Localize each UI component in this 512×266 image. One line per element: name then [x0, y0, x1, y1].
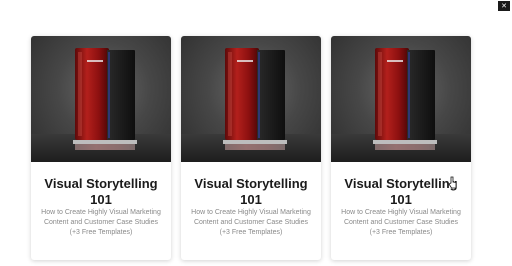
cabinet-illustration-icon — [31, 48, 171, 162]
card-description: How to Create Highly Visual Marketing Co… — [191, 209, 311, 236]
course-thumbnail — [31, 36, 171, 162]
course-card-grid: Visual Storytelling 101 How to Create Hi… — [31, 36, 471, 260]
card-title[interactable]: Visual Storytelling 101 — [337, 176, 465, 208]
course-card[interactable]: Visual Storytelling 101 How to Create Hi… — [331, 36, 471, 260]
card-title[interactable]: Visual Storytelling 101 — [187, 176, 315, 208]
pointer-cursor-icon — [448, 176, 457, 189]
close-icon[interactable]: ✕ — [498, 1, 510, 11]
cabinet-illustration-icon — [181, 48, 321, 162]
card-description: How to Create Highly Visual Marketing Co… — [341, 209, 461, 236]
card-description: How to Create Highly Visual Marketing Co… — [41, 209, 161, 236]
course-card[interactable]: Visual Storytelling 101 How to Create Hi… — [181, 36, 321, 260]
card-title[interactable]: Visual Storytelling 101 — [37, 176, 165, 208]
course-thumbnail — [181, 36, 321, 162]
course-card[interactable]: Visual Storytelling 101 How to Create Hi… — [31, 36, 171, 260]
course-thumbnail — [331, 36, 471, 162]
cabinet-illustration-icon — [331, 48, 471, 162]
